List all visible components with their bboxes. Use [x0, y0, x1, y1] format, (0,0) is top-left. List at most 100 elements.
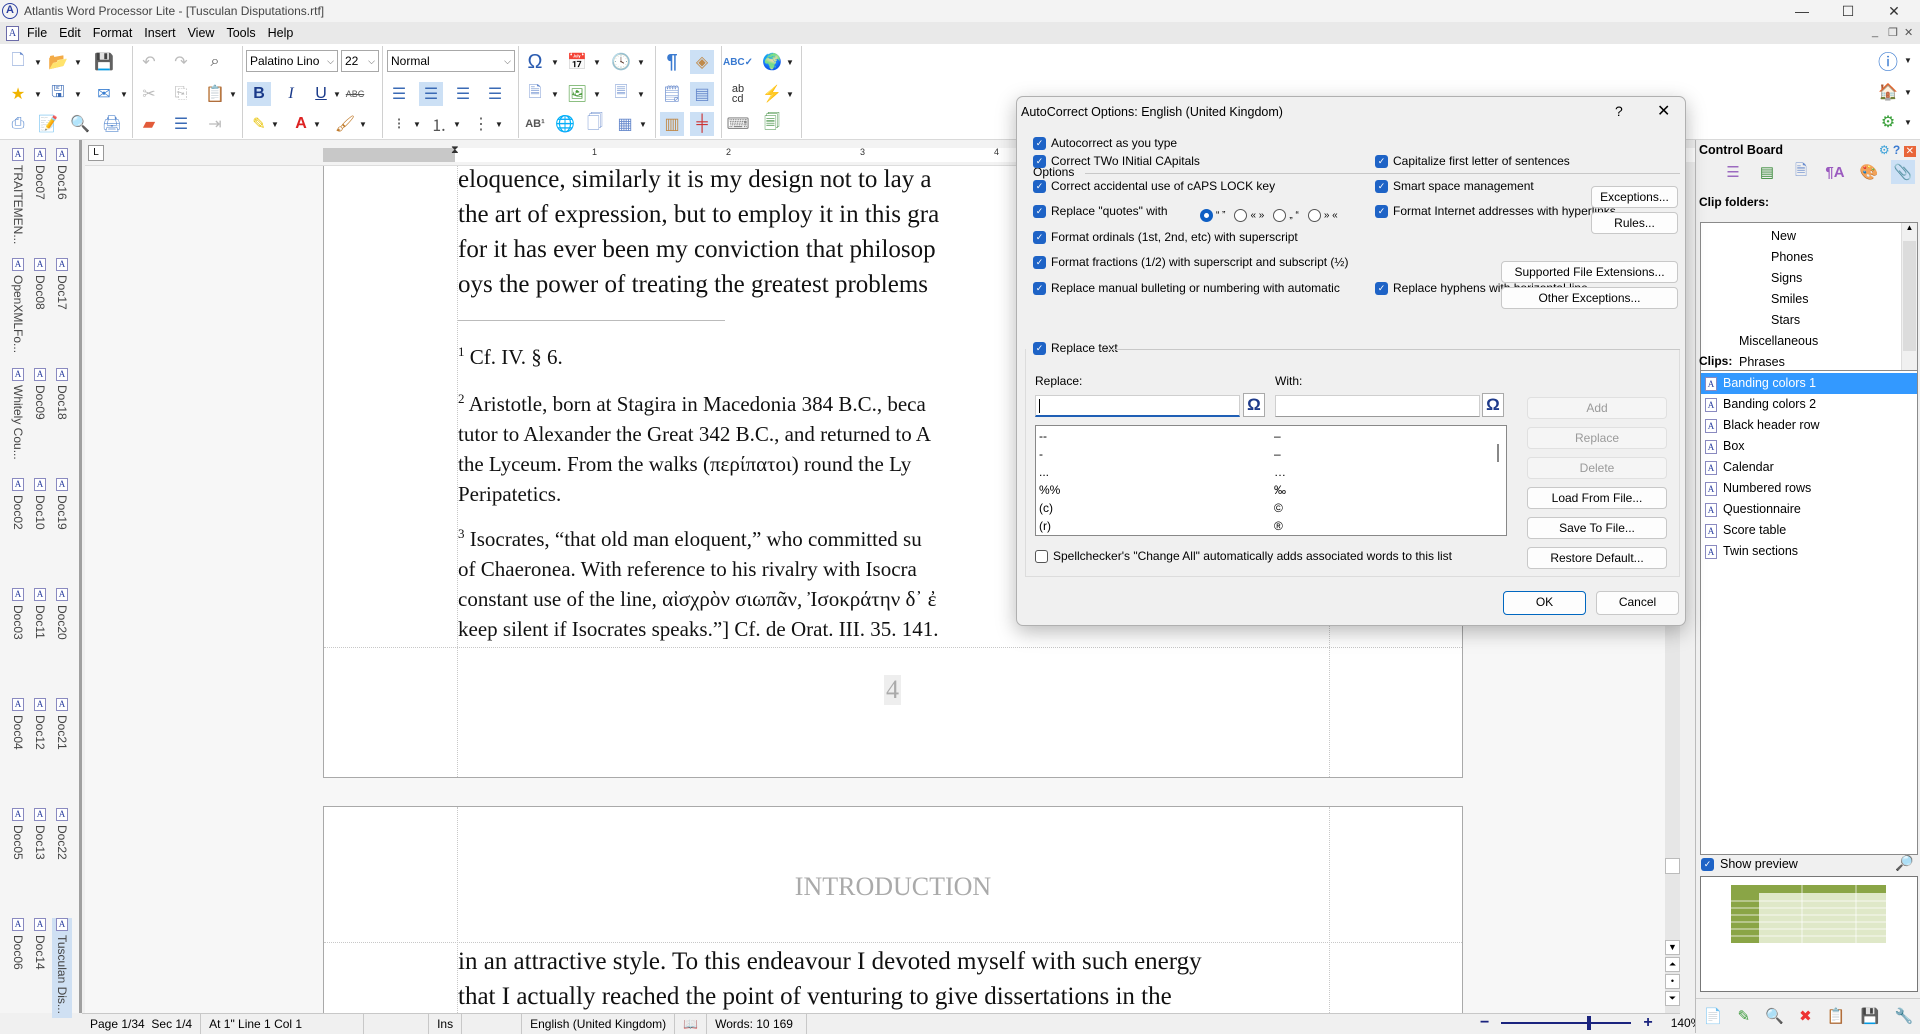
folders-scrollbar[interactable]: ▲▼	[1901, 223, 1917, 385]
spellchecker-change-all-checkbox[interactable]: Spellchecker's "Change All" automaticall…	[1035, 549, 1452, 563]
clip-folders-list[interactable]: New Phones Signs Smiles Stars Miscellaneous Ph…	[1700, 222, 1918, 386]
previous-page-button[interactable]: ⏶	[1665, 957, 1680, 972]
format-painter-icon[interactable]: 🖌	[333, 112, 357, 136]
radio-unselected-icon[interactable]	[1307, 209, 1321, 222]
option-checkbox[interactable]: ✓ Replace manual bulleting or numbering w…	[1033, 281, 1340, 295]
checkbox-checked-icon[interactable]: ✓	[1375, 154, 1388, 168]
chevron-down-icon[interactable]: ▼	[34, 90, 42, 99]
document-tab[interactable]: A TRAITEMEN...	[8, 148, 28, 244]
chevron-down-icon[interactable]: ▼	[1904, 56, 1912, 65]
document-tab[interactable]: A Doc02	[8, 478, 28, 530]
radio-unselected-icon[interactable]	[1234, 209, 1248, 222]
replace-input[interactable]	[1035, 395, 1240, 417]
open-folder-icon[interactable]: 📂	[46, 50, 70, 74]
outline-icon[interactable]: ⋮	[469, 112, 493, 136]
lightning-icon[interactable]: ⚡	[760, 82, 784, 106]
align-right-icon[interactable]: ☰	[451, 82, 475, 106]
globe-icon[interactable]: 🌐	[553, 112, 577, 136]
scroll-down-button[interactable]: ▼	[1665, 940, 1680, 955]
chevron-down-icon[interactable]: ▼	[333, 90, 341, 99]
dialog-help-button[interactable]: ?	[1615, 103, 1623, 119]
list-scrollbar[interactable]	[1492, 426, 1506, 535]
tab-type-selector[interactable]: L	[88, 145, 104, 161]
bold-button[interactable]: B	[247, 82, 271, 106]
chevron-down-icon[interactable]: ▼	[637, 90, 645, 99]
chevron-down-icon[interactable]: ▼	[551, 58, 559, 67]
menu-format[interactable]: Format	[93, 26, 141, 40]
folder-item[interactable]: Smiles	[1701, 289, 1901, 310]
checkbox-checked-icon[interactable]: ✓	[1033, 230, 1046, 244]
insert-picture-icon[interactable]: 🖼	[565, 82, 589, 106]
document-tab[interactable]: A Doc16	[52, 148, 72, 200]
option-checkbox[interactable]: ✓ Format Internet addresses with hyperlin…	[1375, 204, 1616, 218]
view-mode-icon[interactable]: ◈	[690, 50, 714, 74]
checkbox-checked-icon[interactable]: ✓	[1033, 255, 1046, 269]
chevron-down-icon[interactable]: ▼	[74, 90, 82, 99]
email-icon[interactable]: ✉	[92, 82, 116, 106]
find-binoculars-icon[interactable]: ⌕	[203, 50, 227, 74]
redo-icon[interactable]: ↷	[169, 50, 193, 74]
checkbox-checked-icon[interactable]: ✓	[1033, 136, 1046, 150]
find-clip-icon[interactable]: 🔍	[1765, 1007, 1784, 1025]
color-palette-tab-icon[interactable]: 🎨	[1857, 160, 1881, 184]
autocorrect-icon[interactable]: ab cd	[726, 82, 750, 106]
add-button[interactable]: Add	[1527, 397, 1667, 419]
chevron-down-icon[interactable]: ▼	[593, 90, 601, 99]
print-icon[interactable]: ⎙	[6, 112, 30, 136]
replacement-row[interactable]: - –	[1036, 446, 1506, 464]
checkbox-checked-icon[interactable]: ✓	[1033, 281, 1046, 295]
document-info-tab-icon[interactable]: 🗎	[1789, 160, 1813, 184]
cancel-button[interactable]: Cancel	[1596, 591, 1679, 615]
document-tab[interactable]: A Doc19	[52, 478, 72, 530]
close-window-button[interactable]: ✕	[1872, 0, 1916, 22]
radio-selected-icon[interactable]	[1200, 209, 1213, 222]
chevron-down-icon[interactable]: ▼	[74, 58, 82, 67]
bullets-icon[interactable]: ⁝	[387, 112, 411, 136]
style-combo[interactable]: Normal ⌵	[387, 50, 515, 72]
time-clock-icon[interactable]: 🕓	[609, 50, 633, 74]
scrollbar-thumb[interactable]	[1497, 444, 1499, 462]
clip-item[interactable]: A Banding colors 2	[1701, 394, 1917, 415]
document-tab[interactable]: A OpenXMLFo...	[8, 258, 28, 353]
document-tab[interactable]: A Doc11	[30, 588, 50, 639]
justify-icon[interactable]: ☰	[483, 82, 507, 106]
spellcheck-icon[interactable]: ABC✓	[723, 50, 753, 74]
web-home-icon[interactable]: 🏠	[1876, 80, 1900, 104]
supported-file-extensions-button[interactable]: Supported File Extensions...	[1501, 261, 1678, 283]
chevron-down-icon[interactable]: ▼	[34, 58, 42, 67]
web-check-icon[interactable]: 🌍	[760, 50, 784, 74]
document-tab[interactable]: A Doc05	[8, 808, 28, 860]
strikethrough-button[interactable]: ABC	[343, 82, 367, 106]
ruler-icon[interactable]: ▤	[690, 82, 714, 106]
document-map-icon[interactable]: 🗒	[660, 82, 684, 106]
option-checkbox[interactable]: ✓ Capitalize first letter of sentences	[1375, 154, 1570, 168]
document-tab[interactable]: A Doc18	[52, 368, 72, 420]
help-icon[interactable]: ?	[1893, 143, 1900, 157]
delete-button[interactable]: Delete	[1527, 457, 1667, 479]
cut-icon[interactable]: ✂	[137, 82, 161, 106]
preview-zoom-icon[interactable]: 🔎	[1895, 854, 1914, 872]
document-tab[interactable]: A Tusculan Dis...	[52, 918, 72, 1018]
chevron-down-icon[interactable]: ▼	[786, 90, 794, 99]
menu-edit[interactable]: Edit	[59, 26, 89, 40]
menu-file[interactable]: File	[27, 26, 55, 40]
zoom-slider-handle[interactable]	[1587, 1016, 1592, 1030]
document-tab[interactable]: A Doc13	[30, 808, 50, 860]
replacement-row[interactable]: ...…	[1036, 464, 1506, 482]
quote-style-radio[interactable]: » «	[1307, 209, 1338, 222]
document-tab[interactable]: A Doc06	[8, 918, 28, 970]
with-special-char-button[interactable]: Ω	[1482, 393, 1504, 417]
replace-button[interactable]: Replace	[1527, 427, 1667, 449]
underline-button[interactable]: U	[309, 82, 333, 106]
chevron-down-icon[interactable]: ▼	[120, 90, 128, 99]
option-checkbox[interactable]: ✓ Correct accidental use of cAPS LOCK key	[1033, 179, 1275, 193]
document-tab[interactable]: A Doc12	[30, 698, 50, 750]
chevron-down-icon[interactable]: ▼	[639, 120, 647, 129]
save-icon[interactable]: 💾	[92, 50, 116, 74]
indent-marker-icon[interactable]: ⧗	[451, 144, 459, 157]
mdi-close-button[interactable]: ✕	[1904, 26, 1913, 39]
chevron-down-icon[interactable]: ▼	[229, 90, 237, 99]
folder-item[interactable]: Phones	[1701, 247, 1901, 268]
chevron-down-icon[interactable]: ▼	[1904, 118, 1912, 127]
document-tab[interactable]: A Doc22	[52, 808, 72, 860]
